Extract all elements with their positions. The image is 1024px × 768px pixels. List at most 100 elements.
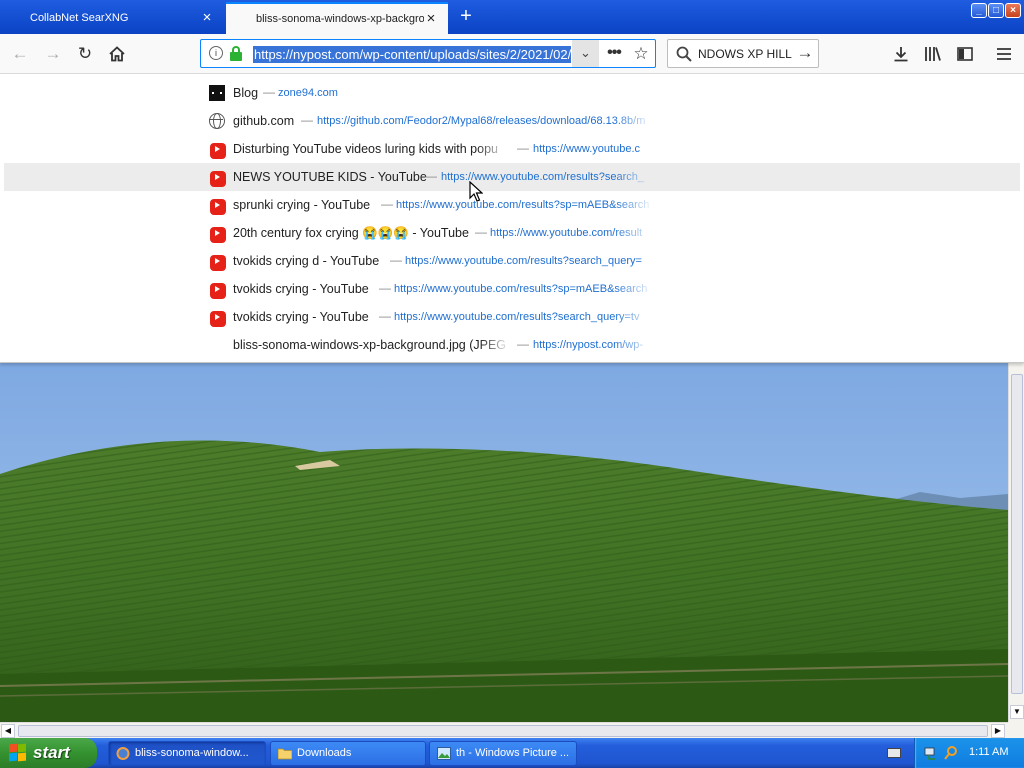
network-icon[interactable]: [923, 745, 939, 761]
chevron-down-icon[interactable]: ⌄: [572, 40, 599, 67]
tab-strip: CollabNet SearXNG × bliss-sonoma-windows…: [0, 0, 1024, 34]
tab-searxng[interactable]: CollabNet SearXNG ×: [0, 2, 224, 34]
scrollbar-corner: [1008, 722, 1024, 738]
clock: 1:11 AM: [969, 746, 1009, 758]
new-tab-plus-icon[interactable]: +: [455, 6, 477, 28]
minimize-button[interactable]: _: [971, 3, 987, 18]
suggestion-title: NEWS YOUTUBE KIDS - YouTube: [233, 170, 427, 184]
browser-icon: [116, 747, 130, 760]
url-bar[interactable]: i https://nypost.com/wp-content/uploads/…: [200, 39, 656, 68]
url-input[interactable]: https://nypost.com/wp-content/uploads/si…: [253, 46, 571, 63]
suggestion-url: https://www.youtube.com/results?sp=mAEB&…: [394, 283, 648, 295]
hamburger-menu-icon[interactable]: [992, 42, 1016, 66]
tab-bliss-image[interactable]: bliss-sonoma-windows-xp-background.jpg ×: [226, 2, 448, 34]
blog-favicon-icon: [209, 85, 225, 101]
search-input[interactable]: NDOWS XP HILL: [698, 47, 794, 61]
suggestion-title: bliss-sonoma-windows-xp-background.jpg (…: [233, 338, 507, 352]
suggestion-url: https://github.com/Feodor2/Mypal68/relea…: [317, 115, 646, 127]
suggestion-row[interactable]: sprunki crying - YouTube — https://www.y…: [4, 191, 1020, 219]
page-actions-menu-icon[interactable]: •••: [602, 43, 626, 65]
sidebar-icon[interactable]: [953, 42, 977, 66]
suggestion-url: zone94.com: [278, 87, 338, 99]
suggestion-row[interactable]: tvokids crying - YouTube — https://www.y…: [4, 303, 1020, 331]
suggestion-title: tvokids crying - YouTube: [233, 310, 369, 324]
suggestion-separator: —: [517, 337, 529, 351]
suggestion-separator: —: [517, 141, 529, 155]
suggestion-row[interactable]: bliss-sonoma-windows-xp-background.jpg (…: [4, 331, 1020, 359]
tab-close-icon[interactable]: ×: [424, 11, 438, 26]
search-bar[interactable]: NDOWS XP HILL →: [667, 39, 819, 68]
suggestion-title: sprunki crying - YouTube: [233, 198, 371, 212]
system-tray: 1:11 AM: [914, 738, 1024, 768]
vertical-scroll-thumb[interactable]: [1011, 374, 1023, 694]
suggestion-title: Blog: [233, 86, 259, 100]
tab-title: CollabNet SearXNG: [30, 12, 129, 24]
maximize-button[interactable]: □: [988, 3, 1004, 18]
suggestion-separator: —: [379, 281, 391, 295]
tab-title: bliss-sonoma-windows-xp-background.jpg: [256, 13, 424, 25]
suggestion-row[interactable]: 20th century fox crying 😭😭😭 - YouTube — …: [4, 219, 1020, 247]
suggestion-url: https://www.youtube.c: [533, 143, 640, 155]
suggestion-separator: —: [301, 113, 313, 127]
taskbar-item-browser[interactable]: bliss-sonoma-window...: [108, 741, 266, 766]
url-autocomplete-popup: Blog — zone94.com github.com — https://g…: [0, 74, 1024, 363]
search-icon: [676, 46, 692, 62]
picture-viewer-icon: [437, 747, 451, 760]
suggestion-url: https://www.youtube.com/results?search_q…: [394, 311, 640, 323]
youtube-icon: [210, 143, 226, 159]
suggestion-separator: —: [425, 169, 437, 183]
bookmark-star-icon[interactable]: ☆: [630, 43, 652, 65]
youtube-icon: [210, 255, 226, 271]
navigation-toolbar: ← → ↻ i https://nypost.com/wp-content/up…: [0, 34, 1024, 74]
forward-arrow-icon[interactable]: →: [41, 42, 65, 66]
downloads-icon[interactable]: [889, 42, 913, 66]
suggestion-separator: —: [263, 85, 275, 99]
taskbar-item-downloads[interactable]: Downloads: [270, 741, 426, 766]
suggestion-title: 20th century fox crying 😭😭😭 - YouTube: [233, 226, 469, 240]
suggestion-separator: —: [379, 309, 391, 323]
horizontal-scroll-thumb[interactable]: [18, 725, 988, 737]
scroll-down-arrow-icon[interactable]: ▼: [1010, 705, 1024, 719]
taskbar-item-picture-viewer[interactable]: th - Windows Picture ...: [429, 741, 577, 766]
reload-icon[interactable]: ↻: [73, 42, 97, 66]
mouse-cursor-icon: [469, 181, 483, 202]
search-tray-icon[interactable]: [943, 745, 959, 761]
site-info-icon[interactable]: i: [209, 46, 223, 60]
start-button[interactable]: start: [0, 738, 97, 768]
youtube-icon: [210, 311, 226, 327]
taskbar-item-label: Downloads: [297, 747, 352, 759]
scroll-left-arrow-icon[interactable]: ◀: [1, 724, 15, 738]
youtube-icon: [210, 199, 226, 215]
suggestion-row[interactable]: github.com — https://github.com/Feodor2/…: [4, 107, 1020, 135]
suggestion-title: github.com: [233, 114, 295, 128]
suggestion-row-selected[interactable]: NEWS YOUTUBE KIDS - YouTube — https://ww…: [4, 163, 1020, 191]
library-icon[interactable]: [921, 42, 945, 66]
horizontal-scrollbar[interactable]: ◀ ▶: [0, 722, 1008, 738]
close-window-button[interactable]: ×: [1005, 3, 1021, 18]
suggestion-row[interactable]: tvokids crying - YouTube — https://www.y…: [4, 275, 1020, 303]
youtube-icon: [210, 283, 226, 299]
youtube-icon: [210, 171, 226, 187]
tab-close-icon[interactable]: ×: [200, 10, 214, 25]
suggestion-title: tvokids crying d - YouTube: [233, 254, 380, 268]
suggestion-row[interactable]: tvokids crying d - YouTube — https://www…: [4, 247, 1020, 275]
globe-icon: [209, 113, 225, 129]
search-go-arrow-icon[interactable]: →: [795, 43, 815, 63]
youtube-icon: [210, 227, 226, 243]
scroll-right-arrow-icon[interactable]: ▶: [991, 724, 1005, 738]
taskbar: start bliss-sonoma-window... Downloads t…: [0, 738, 1024, 768]
suggestion-separator: —: [390, 253, 402, 267]
suggestion-row[interactable]: Blog — zone94.com: [4, 79, 1020, 107]
suggestion-separator: —: [475, 225, 487, 239]
suggestion-title: tvokids crying - YouTube: [233, 282, 369, 296]
taskbar-item-label: th - Windows Picture ...: [456, 747, 570, 759]
back-arrow-icon[interactable]: ←: [8, 42, 32, 66]
taskbar-item-label: bliss-sonoma-window...: [135, 747, 249, 759]
suggestion-url: https://www.youtube.com/results?search_q…: [405, 255, 642, 267]
home-icon[interactable]: [105, 42, 129, 66]
keyboard-language-icon[interactable]: [887, 748, 901, 758]
windows-logo-icon: [9, 743, 27, 762]
lock-icon[interactable]: [230, 46, 242, 61]
suggestion-row[interactable]: Disturbing YouTube videos luring kids wi…: [4, 135, 1020, 163]
suggestion-title: Disturbing YouTube videos luring kids wi…: [233, 142, 498, 156]
